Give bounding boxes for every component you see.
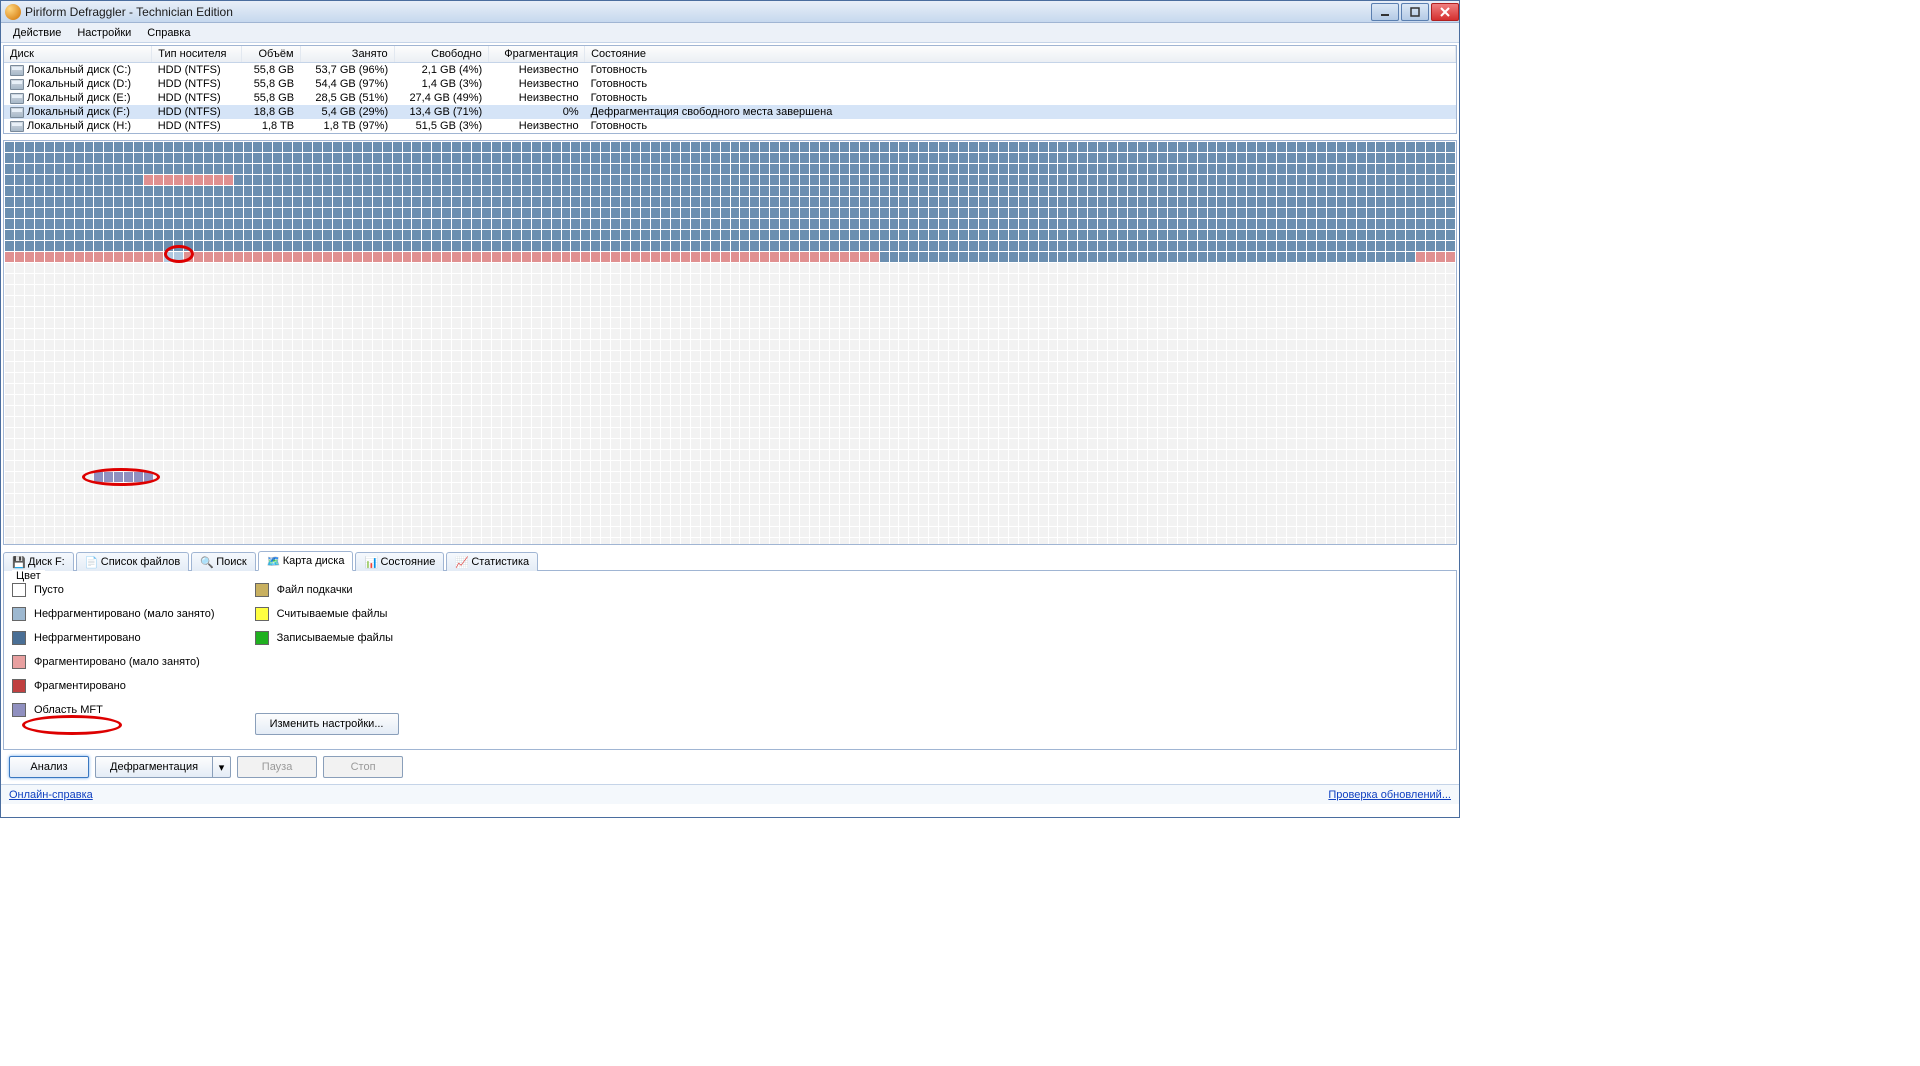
col-free[interactable]: Свободно <box>394 46 488 63</box>
stop-button: Стоп <box>323 756 403 778</box>
color-swatch <box>12 703 26 717</box>
color-swatch <box>255 607 269 621</box>
statusbar: Онлайн-справка Проверка обновлений... <box>1 784 1459 804</box>
drive-icon <box>10 107 24 118</box>
color-swatch <box>12 631 26 645</box>
analyze-button[interactable]: Анализ <box>9 756 89 778</box>
tab-stats[interactable]: 📈Статистика <box>446 552 538 571</box>
list-icon: 📄 <box>85 556 97 568</box>
tab-disk[interactable]: 💾Диск F: <box>3 552 74 571</box>
col-frag[interactable]: Фрагментация <box>488 46 584 63</box>
change-settings-button[interactable]: Изменить настройки... <box>255 713 399 735</box>
legend-title: Цвет <box>12 570 45 582</box>
map-icon: 🗺️ <box>267 555 279 567</box>
menu-help[interactable]: Справка <box>139 25 198 41</box>
legend-item: Записываемые файлы <box>255 631 399 645</box>
tab-status[interactable]: 📊Состояние <box>355 552 444 571</box>
legend-item: Считываемые файлы <box>255 607 399 621</box>
menubar: Действие Настройки Справка <box>1 23 1459 43</box>
legend-item: Файл подкачки <box>255 583 399 597</box>
disk-row[interactable]: Локальный диск (H:) HDD (NTFS)1,8 TB1,8 … <box>4 119 1456 133</box>
legend-item: Нефрагментировано (мало занято) <box>12 607 215 621</box>
menu-settings[interactable]: Настройки <box>69 25 139 41</box>
col-media[interactable]: Тип носителя <box>152 46 242 63</box>
legend-item: Нефрагментировано <box>12 631 215 645</box>
color-swatch <box>12 679 26 693</box>
window-title: Piriform Defraggler - Technician Edition <box>25 5 1369 19</box>
app-icon <box>5 4 21 20</box>
disk-list: Диск Тип носителя Объём Занято Свободно … <box>3 45 1457 134</box>
col-size[interactable]: Объём <box>242 46 300 63</box>
maximize-button[interactable] <box>1401 3 1429 21</box>
defrag-split-button: Дефрагментация ▾ <box>95 756 231 778</box>
disk-row[interactable]: Локальный диск (F:) HDD (NTFS)18,8 GB5,4… <box>4 105 1456 119</box>
disk-icon: 💾 <box>12 556 24 568</box>
titlebar: Piriform Defraggler - Technician Edition <box>1 1 1459 23</box>
tab-filelist[interactable]: 📄Список файлов <box>76 552 189 571</box>
col-used[interactable]: Занято <box>300 46 394 63</box>
defrag-dropdown-arrow[interactable]: ▾ <box>213 756 231 778</box>
tab-search[interactable]: 🔍Поиск <box>191 552 255 571</box>
color-swatch <box>255 631 269 645</box>
legend-panel: Цвет Пусто Нефрагментировано (мало занято… <box>3 571 1457 750</box>
window-controls <box>1369 3 1459 21</box>
drive-icon <box>10 79 24 90</box>
status-icon: 📊 <box>364 556 376 568</box>
search-icon: 🔍 <box>200 556 212 568</box>
col-disk[interactable]: Диск <box>4 46 152 63</box>
col-state[interactable]: Состояние <box>585 46 1456 63</box>
check-updates-link[interactable]: Проверка обновлений... <box>1328 789 1451 801</box>
disk-header-row: Диск Тип носителя Объём Занято Свободно … <box>4 46 1456 63</box>
action-bar: Анализ Дефрагментация ▾ Пауза Стоп <box>1 750 1459 784</box>
legend-item: Фрагментировано <box>12 679 215 693</box>
chart-icon: 📈 <box>455 556 467 568</box>
drive-map[interactable] <box>3 140 1457 545</box>
tab-drivemap[interactable]: 🗺️Карта диска <box>258 551 354 571</box>
close-button[interactable] <box>1431 3 1459 21</box>
color-swatch <box>12 607 26 621</box>
minimize-button[interactable] <box>1371 3 1399 21</box>
menu-action[interactable]: Действие <box>5 25 69 41</box>
color-swatch <box>255 583 269 597</box>
drive-icon <box>10 65 24 76</box>
app-window: Piriform Defraggler - Technician Edition… <box>0 0 1460 818</box>
color-swatch <box>12 655 26 669</box>
pause-button: Пауза <box>237 756 317 778</box>
disk-row[interactable]: Локальный диск (E:) HDD (NTFS)55,8 GB28,… <box>4 91 1456 105</box>
tab-strip: 💾Диск F: 📄Список файлов 🔍Поиск 🗺️Карта д… <box>3 549 1457 571</box>
online-help-link[interactable]: Онлайн-справка <box>9 789 93 801</box>
disk-row[interactable]: Локальный диск (C:) HDD (NTFS)55,8 GB53,… <box>4 63 1456 78</box>
color-swatch <box>12 583 26 597</box>
legend-item: Фрагментировано (мало занято) <box>12 655 215 669</box>
defrag-button[interactable]: Дефрагментация <box>95 756 213 778</box>
disk-row[interactable]: Локальный диск (D:) HDD (NTFS)55,8 GB54,… <box>4 77 1456 91</box>
legend-item: Область MFT <box>12 703 215 717</box>
drive-icon <box>10 121 24 132</box>
drive-icon <box>10 93 24 104</box>
legend-item: Пусто <box>12 583 215 597</box>
